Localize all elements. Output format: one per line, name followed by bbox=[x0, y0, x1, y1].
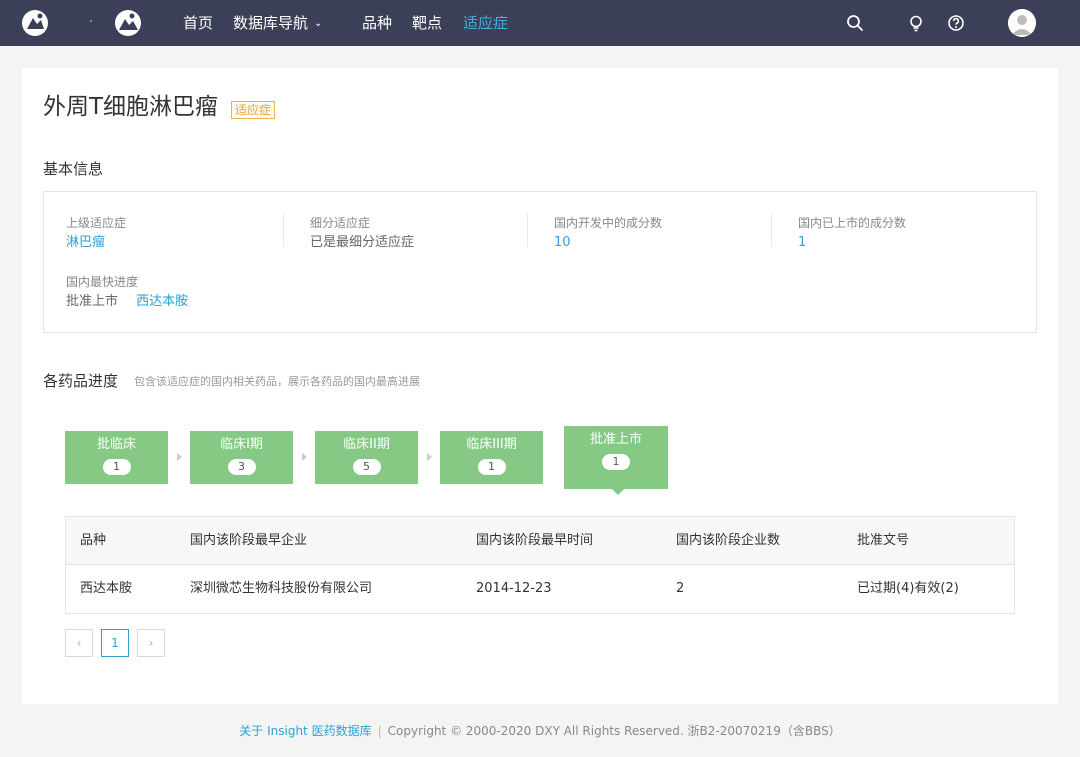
stage-selected-pointer bbox=[612, 489, 624, 495]
stage-count-badge: 1 bbox=[102, 459, 131, 475]
insight-logo-icon[interactable] bbox=[114, 9, 142, 37]
next-page-button[interactable]: › bbox=[137, 629, 165, 657]
stage-count-badge: 1 bbox=[477, 459, 506, 475]
stage-arrow-icon bbox=[177, 453, 182, 461]
footer-copyright: Copyright © 2000-2020 DXY All Rights Res… bbox=[387, 724, 841, 738]
progress-heading: 各药品进度 bbox=[43, 372, 119, 390]
page-1-button[interactable]: 1 bbox=[101, 629, 129, 657]
footer-about-link[interactable]: 关于 Insight 医药数据库 bbox=[239, 724, 371, 738]
search-icon[interactable] bbox=[845, 13, 865, 33]
nav-database-nav[interactable]: 数据库导航 ⌄ bbox=[233, 14, 322, 33]
basic-info-panel: 上级适应症 淋巴瘤 细分适应症 已是最细分适应症 国内开发中的成分数 10 国内… bbox=[43, 191, 1037, 333]
row-approval-link[interactable]: 已过期(4)有效(2) bbox=[857, 580, 959, 598]
info-divider bbox=[527, 213, 528, 247]
help-icon[interactable] bbox=[946, 13, 966, 33]
stage-arrow-icon bbox=[427, 453, 432, 461]
developing-count-link[interactable]: 10 bbox=[554, 234, 662, 252]
row-company: 深圳微芯生物科技股份有限公司 bbox=[190, 581, 373, 596]
stage-count-badge: 5 bbox=[352, 459, 381, 475]
stage-phase-2[interactable]: 临床II期 5 bbox=[315, 431, 418, 484]
fastest-stage-text: 批准上市 bbox=[66, 294, 119, 309]
chevron-down-icon: ⌄ bbox=[314, 18, 323, 29]
footer: 关于 Insight 医药数据库 | Copyright © 2000-2020 D… bbox=[0, 723, 1080, 739]
column-header: 品种 bbox=[80, 533, 107, 548]
info-developing-count: 国内开发中的成分数 10 bbox=[554, 215, 662, 252]
info-marketed-count: 国内已上市的成分数 1 bbox=[798, 215, 906, 252]
user-avatar[interactable] bbox=[1008, 9, 1036, 37]
column-header: 国内该阶段企业数 bbox=[676, 533, 781, 548]
column-header: 批准文号 bbox=[857, 533, 910, 548]
row-company-count: 2 bbox=[676, 581, 685, 596]
stage-name: 临床I期 bbox=[220, 437, 263, 452]
nav-varieties[interactable]: 品种 bbox=[362, 14, 392, 32]
marketed-count-link[interactable]: 1 bbox=[798, 234, 906, 252]
row-date: 2014-12-23 bbox=[476, 581, 552, 596]
bulb-icon[interactable] bbox=[906, 13, 926, 33]
footer-separator: | bbox=[377, 724, 382, 738]
column-header: 国内该阶段最早时间 bbox=[476, 533, 594, 548]
row-drug-link[interactable]: 西达本胺 bbox=[80, 580, 132, 598]
stage-phase-1[interactable]: 临床I期 3 bbox=[190, 431, 293, 484]
fastest-drug-link[interactable]: 西达本胺 bbox=[136, 294, 188, 309]
user-icon bbox=[1008, 9, 1036, 37]
nav-indications[interactable]: 适应症 bbox=[463, 14, 508, 32]
info-fastest-progress: 国内最快进度 批准上市 西达本胺 bbox=[66, 274, 188, 311]
stage-approved-selected[interactable]: 批准上市 1 bbox=[564, 426, 668, 489]
info-divider bbox=[283, 213, 284, 247]
info-label: 国内开发中的成分数 bbox=[554, 216, 663, 230]
top-nav-bar: 首页 数据库导航 ⌄ 品种 靶点 适应症 bbox=[0, 0, 1080, 46]
stage-clinical-approval[interactable]: 批临床 1 bbox=[65, 431, 168, 484]
stage-phase-3[interactable]: 临床III期 1 bbox=[440, 431, 543, 484]
basic-info-heading: 基本信息 bbox=[43, 160, 104, 178]
parent-indication-link[interactable]: 淋巴瘤 bbox=[66, 234, 126, 252]
column-header: 国内该阶段最早企业 bbox=[190, 533, 308, 548]
stage-count-badge: 1 bbox=[602, 454, 630, 470]
stage-name: 批临床 bbox=[96, 437, 136, 452]
info-label: 国内最快进度 bbox=[66, 275, 139, 289]
nav-home[interactable]: 首页 bbox=[183, 14, 213, 32]
nav-database-nav-label: 数据库导航 bbox=[233, 14, 309, 32]
page-title: 外周T细胞淋巴瘤 bbox=[43, 94, 219, 120]
nav-targets[interactable]: 靶点 bbox=[412, 14, 442, 32]
progress-table: 品种 国内该阶段最早企业 国内该阶段最早时间 国内该阶段企业数 批准文号 西达本… bbox=[65, 516, 1015, 614]
stage-name: 临床III期 bbox=[466, 437, 517, 452]
dxy-logo-icon[interactable] bbox=[21, 9, 49, 37]
info-label: 细分适应症 bbox=[310, 216, 371, 230]
indication-tag-badge: 适应症 bbox=[231, 101, 276, 119]
info-label: 国内已上市的成分数 bbox=[798, 216, 907, 230]
sub-indication-value: 已是最细分适应症 bbox=[310, 235, 415, 250]
info-parent-indication: 上级适应症 淋巴瘤 bbox=[66, 215, 126, 252]
stage-arrow-icon bbox=[302, 453, 307, 461]
prev-page-button[interactable]: ‹ bbox=[65, 629, 93, 657]
fastest-progress-value: 批准上市 西达本胺 bbox=[66, 293, 188, 311]
info-sub-indication: 细分适应症 已是最细分适应症 bbox=[310, 215, 414, 252]
stage-count-badge: 3 bbox=[227, 459, 256, 475]
stage-name: 临床II期 bbox=[343, 437, 390, 452]
info-divider bbox=[771, 213, 772, 247]
progress-note: 包含该适应症的国内相关药品，展示各药品的国内最高进展 bbox=[134, 375, 420, 388]
info-label: 上级适应症 bbox=[66, 216, 127, 230]
logo-separator-dot bbox=[90, 20, 92, 22]
stage-name: 批准上市 bbox=[589, 432, 642, 447]
